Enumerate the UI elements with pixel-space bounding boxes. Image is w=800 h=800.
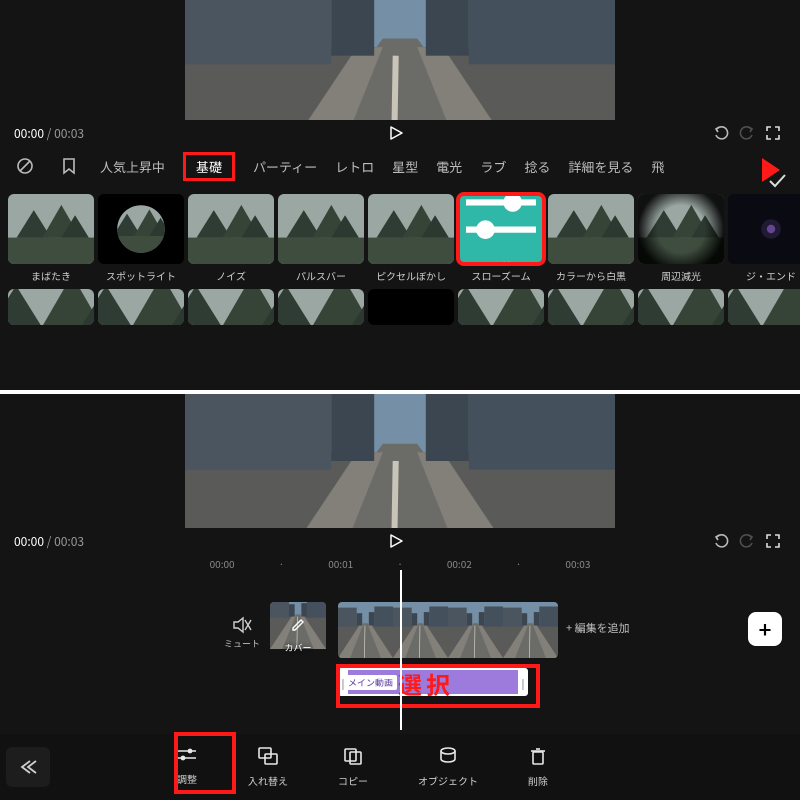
download-icon	[166, 198, 180, 212]
effect-item[interactable]	[188, 289, 274, 325]
effect-item[interactable]	[548, 289, 634, 325]
tool-object[interactable]: オブジェクト	[418, 746, 478, 788]
cover-button[interactable]: カバー	[270, 602, 326, 658]
none-icon[interactable]	[12, 153, 38, 179]
clip-toolbar: 調整 入れ替え コピー オブジェクト 削除	[0, 734, 800, 800]
effect-item[interactable]	[458, 289, 544, 325]
clip-tag: メイン動画	[344, 675, 397, 690]
tab-basic[interactable]: 基礎	[183, 152, 235, 181]
effect-item[interactable]	[368, 289, 454, 325]
effect-item[interactable]	[8, 289, 94, 325]
current-time: 00:00	[14, 125, 44, 142]
effect-slowzoom[interactable]: 調整 スローズーム	[458, 194, 544, 283]
selected-clip[interactable]: | メイン動画 |	[338, 668, 528, 696]
clip-handle-right[interactable]: |	[518, 670, 528, 694]
tool-delete[interactable]: 削除	[528, 746, 548, 788]
download-icon	[436, 198, 450, 212]
total-time: 00:03	[54, 125, 84, 142]
video-preview	[0, 0, 800, 120]
fullscreen-button[interactable]	[760, 528, 786, 554]
tab-love[interactable]: ラブ	[480, 157, 506, 176]
effect-pixelblur[interactable]: ピクセルぼかし	[368, 194, 454, 283]
bookmark-icon[interactable]	[56, 153, 82, 179]
effect-item[interactable]	[98, 289, 184, 325]
play-button[interactable]	[383, 120, 409, 146]
back-button[interactable]	[6, 747, 50, 787]
timeline[interactable]: ミュート カバー + 編集を追加 + | メイン動画 | 選択	[0, 572, 800, 682]
download-icon	[346, 198, 360, 212]
redo-button[interactable]	[734, 120, 760, 146]
swap-icon	[257, 746, 279, 769]
tool-replace[interactable]: 入れ替え	[248, 746, 288, 788]
fullscreen-button[interactable]	[760, 120, 786, 146]
effect-category-tabs: 人気上昇中 基礎 パーティー レトロ 星型 電光 ラブ 捻る 詳細を見る 飛	[0, 146, 800, 186]
effect-spotlight[interactable]: スポットライト	[98, 194, 184, 283]
effect-color-to-bw[interactable]: カラーから白黒	[548, 194, 634, 283]
current-time: 00:00	[14, 533, 44, 550]
tab-fly[interactable]: 飛	[651, 157, 664, 176]
download-icon	[796, 198, 800, 212]
total-time: 00:03	[54, 533, 84, 550]
download-icon	[616, 198, 630, 212]
timeline-clip[interactable]	[338, 602, 558, 658]
tab-party[interactable]: パーティー	[253, 157, 317, 176]
tab-twist[interactable]: 捻る	[524, 157, 550, 176]
object-icon	[437, 746, 459, 769]
tool-adjust[interactable]: 調整	[176, 746, 198, 788]
tab-trending[interactable]: 人気上昇中	[100, 157, 165, 176]
tab-star[interactable]: 星型	[392, 157, 418, 176]
effect-item[interactable]	[278, 289, 364, 325]
download-icon	[76, 198, 90, 212]
add-edit-button[interactable]: + 編集を追加	[566, 620, 630, 636]
undo-button[interactable]	[708, 528, 734, 554]
sliders-icon	[176, 746, 198, 767]
tab-lightning[interactable]: 電光	[436, 157, 462, 176]
playhead[interactable]	[400, 570, 402, 730]
effect-blink[interactable]: まばたき	[8, 194, 94, 283]
sliders-icon	[458, 194, 544, 253]
copy-icon	[342, 746, 364, 769]
effect-vignette[interactable]: 周辺減光	[638, 194, 724, 283]
annotation-arrow-icon	[722, 154, 782, 190]
redo-button[interactable]	[734, 528, 760, 554]
mute-button[interactable]: ミュート	[224, 616, 260, 650]
effects-grid: まばたき スポットライト ノイズ パルスバー ピクセルぼかし 調	[0, 186, 800, 331]
effect-the-end[interactable]: ジ・エンド	[728, 194, 800, 283]
trash-icon	[528, 746, 548, 769]
download-icon	[706, 198, 720, 212]
effect-item[interactable]	[638, 289, 724, 325]
effect-noise[interactable]: ノイズ	[188, 194, 274, 283]
video-preview	[0, 394, 800, 528]
play-button[interactable]	[383, 528, 409, 554]
clip-handle-left[interactable]: |	[338, 670, 348, 694]
tab-more[interactable]: 詳細を見る	[568, 157, 633, 176]
effect-item[interactable]	[728, 289, 800, 325]
tool-copy[interactable]: コピー	[338, 746, 368, 788]
download-icon	[256, 198, 270, 212]
tab-retro[interactable]: レトロ	[335, 157, 374, 176]
undo-button[interactable]	[708, 120, 734, 146]
add-clip-button[interactable]: +	[748, 612, 782, 646]
effect-pulsebar[interactable]: パルスバー	[278, 194, 364, 283]
